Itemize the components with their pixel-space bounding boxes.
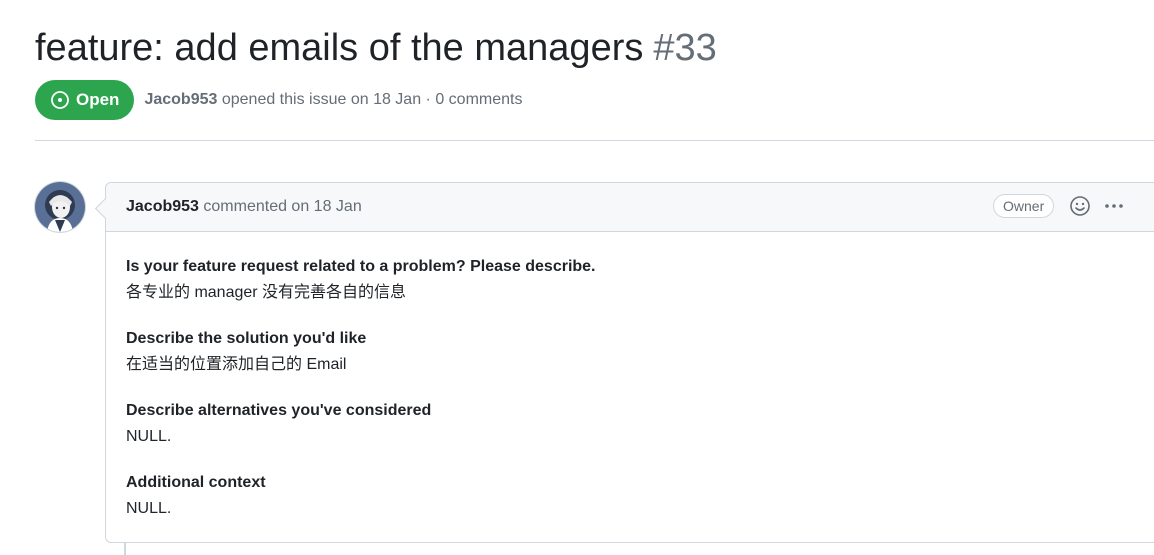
comment-section: Is your feature request related to a pro…	[126, 254, 1146, 306]
section-text: NULL.	[126, 500, 172, 517]
issue-author-link[interactable]: Jacob953	[144, 91, 217, 108]
section-heading: Is your feature request related to a pro…	[126, 258, 596, 275]
section-text: 各专业的 manager 没有完善各自的信息	[126, 284, 407, 301]
comment-byline: Jacob953 commented on 18 Jan	[126, 198, 362, 216]
comment-header: Jacob953 commented on 18 Jan Owner	[106, 183, 1154, 232]
section-heading: Describe the solution you'd like	[126, 330, 367, 347]
comment-section: Describe alternatives you've considered …	[126, 398, 1146, 450]
issue-meta-suffix: opened this issue on 18 Jan · 0 comments	[221, 91, 523, 108]
comment-body: Is your feature request related to a pro…	[106, 232, 1154, 522]
issue-page: feature: add emails of the managers #33 O…	[0, 0, 1154, 555]
issue-title-row: feature: add emails of the managers #33	[35, 24, 717, 72]
owner-badge: Owner	[993, 194, 1055, 218]
issue-state-badge: Open	[35, 80, 135, 120]
issue-opened-icon	[50, 90, 70, 110]
comment-author-link[interactable]: Jacob953	[126, 198, 199, 215]
section-text: 在适当的位置添加自己的 Email	[126, 356, 347, 373]
section-heading: Describe alternatives you've considered	[126, 402, 432, 419]
issue-meta: Open Jacob953 opened this issue on 18 Ja…	[35, 80, 522, 120]
smiley-icon[interactable]	[1068, 194, 1092, 218]
issue-number: #33	[653, 27, 717, 69]
header-divider	[35, 140, 1154, 141]
comment-action[interactable]: commented on 18 Jan	[203, 198, 361, 215]
user-avatar[interactable]	[35, 182, 85, 232]
issue-state-label: Open	[76, 90, 120, 109]
comment-actions: Owner	[993, 194, 1126, 218]
section-text: NULL.	[126, 428, 172, 445]
comment-section: Additional context NULL.	[126, 470, 1146, 522]
section-heading: Additional context	[126, 474, 266, 491]
comment-section: Describe the solution you'd like 在适当的位置添…	[126, 326, 1146, 378]
issue-title: feature: add emails of the managers	[35, 27, 644, 69]
kebab-horizontal-icon[interactable]	[1102, 194, 1126, 218]
issue-meta-text: Jacob953 opened this issue on 18 Jan · 0…	[144, 91, 522, 109]
issue-comment: Jacob953 commented on 18 Jan Owner Is yo…	[105, 182, 1154, 543]
